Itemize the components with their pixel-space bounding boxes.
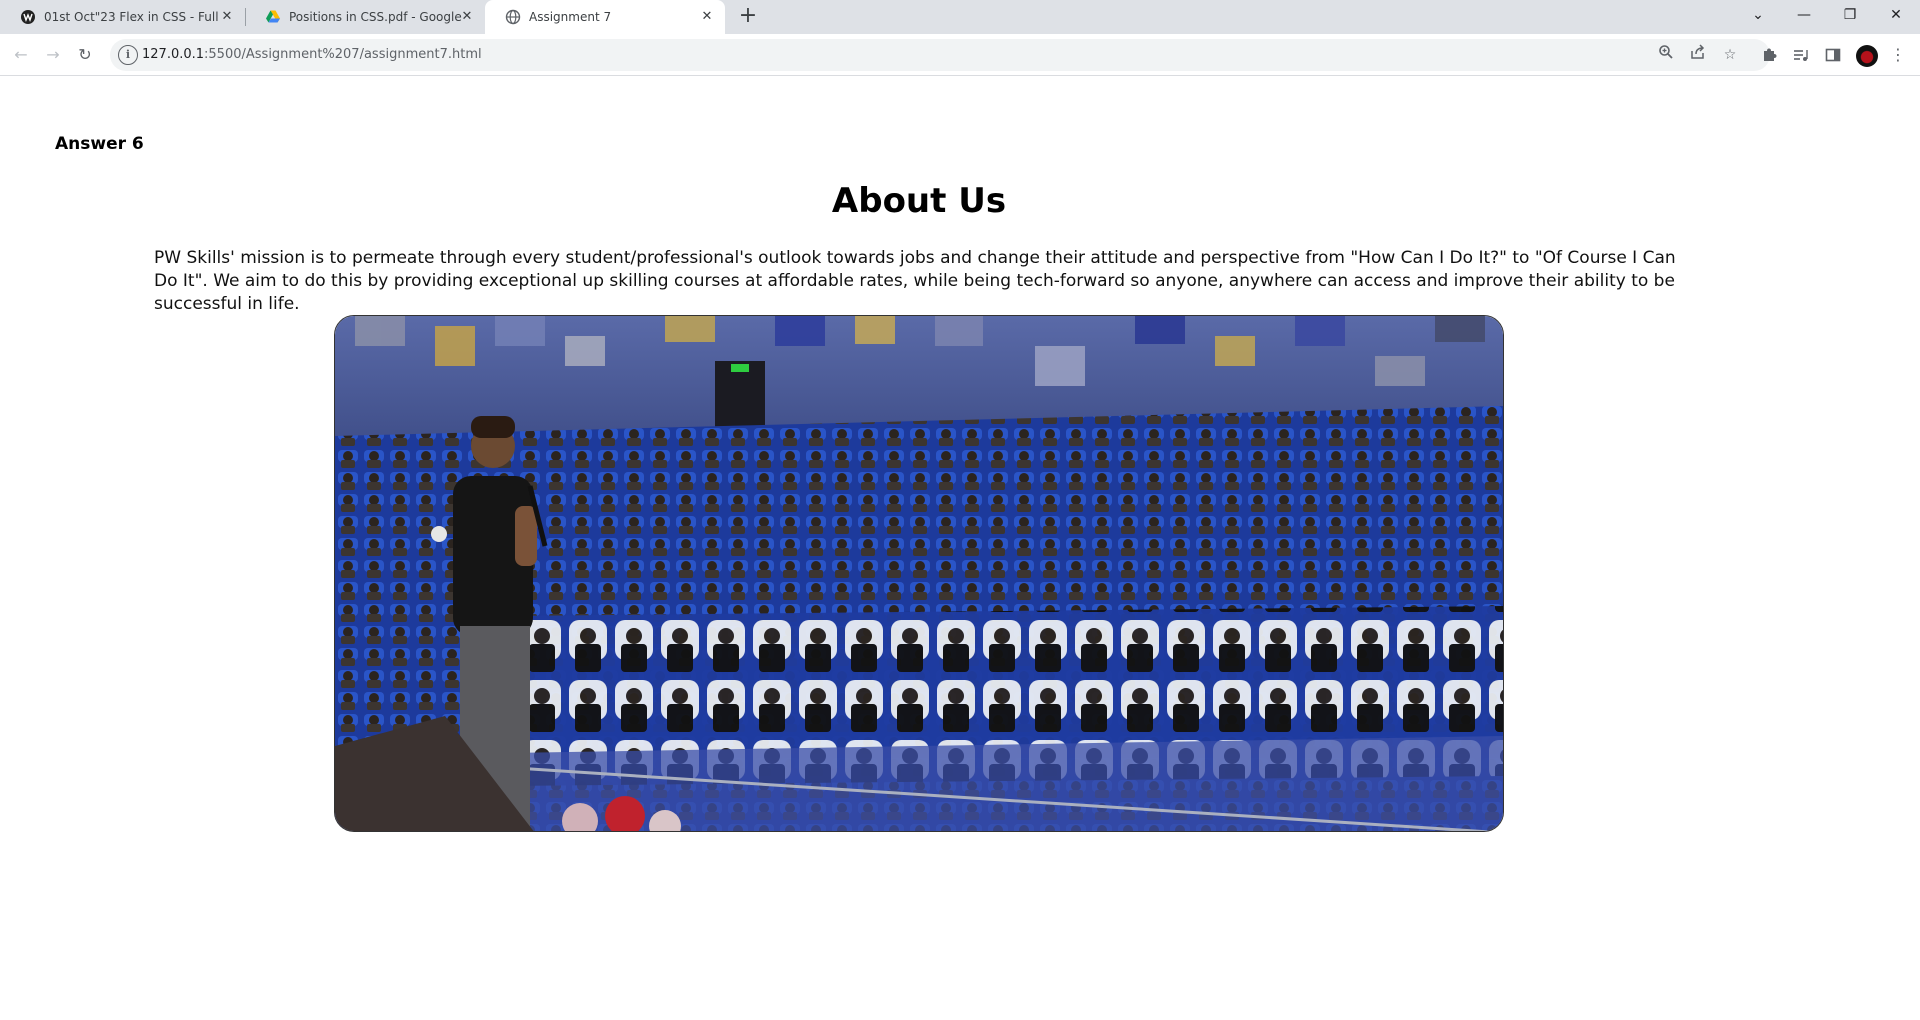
- close-window-icon[interactable]: ✕: [1873, 0, 1919, 30]
- answer-label: Answer 6: [55, 134, 144, 154]
- tab-positions-pdf[interactable]: Positions in CSS.pdf - Google Dr ✕: [245, 0, 485, 34]
- tab-flex-css[interactable]: 01st Oct"23 Flex in CSS - Full Sta ✕: [0, 0, 245, 34]
- tab-title: Assignment 7: [529, 10, 612, 24]
- auditorium-photo: [334, 315, 1504, 832]
- minimize-icon[interactable]: —: [1781, 0, 1827, 30]
- star-icon[interactable]: ☆: [1719, 44, 1741, 66]
- side-panel-icon[interactable]: [1821, 43, 1845, 67]
- auditorium-image: [335, 316, 1503, 831]
- address-bar[interactable]: i 127.0.0.1:5500/Assignment%207/assignme…: [110, 39, 1770, 71]
- url-host: 127.0.0.1: [142, 47, 205, 62]
- site-info-icon[interactable]: i: [118, 45, 138, 65]
- google-drive-icon: [266, 10, 280, 23]
- zoom-icon[interactable]: [1655, 44, 1677, 66]
- media-control-icon[interactable]: [1789, 43, 1813, 67]
- tab-assignment-7[interactable]: Assignment 7 ✕: [485, 0, 725, 34]
- kebab-menu-icon[interactable]: ⋮: [1886, 43, 1910, 67]
- forward-arrow-icon[interactable]: →: [41, 43, 65, 67]
- tab-search-icon[interactable]: ⌄: [1735, 0, 1781, 30]
- browser-toolbar: ← → ↻ i 127.0.0.1:5500/Assignment%207/as…: [0, 34, 1920, 76]
- close-tab-icon[interactable]: ✕: [459, 9, 475, 25]
- share-icon[interactable]: [1687, 44, 1709, 66]
- globe-icon: [505, 9, 521, 25]
- website-icon: [21, 10, 35, 24]
- tab-title: 01st Oct"23 Flex in CSS - Full Sta: [44, 10, 219, 24]
- puzzle-icon[interactable]: [1757, 43, 1781, 67]
- restore-icon[interactable]: ❐: [1827, 0, 1873, 30]
- close-tab-icon[interactable]: ✕: [219, 9, 235, 25]
- page-title: About Us: [831, 181, 1007, 221]
- profile-avatar[interactable]: [1856, 45, 1878, 67]
- close-tab-icon[interactable]: ✕: [699, 9, 715, 25]
- url-text[interactable]: 127.0.0.1:5500/Assignment%207/assignment…: [142, 47, 482, 62]
- url-path: :5500/Assignment%207/assignment7.html: [204, 47, 482, 62]
- about-paragraph: PW Skills' mission is to permeate throug…: [154, 248, 1676, 314]
- reload-icon[interactable]: ↻: [73, 43, 97, 67]
- back-arrow-icon[interactable]: ←: [9, 43, 33, 67]
- page-content: Answer 6 About Us PW Skills' mission is …: [0, 77, 1920, 1020]
- tab-strip: 01st Oct"23 Flex in CSS - Full Sta ✕ Pos…: [0, 0, 1920, 34]
- tab-title: Positions in CSS.pdf - Google Dr: [289, 10, 464, 24]
- new-tab-icon[interactable]: +: [737, 5, 759, 28]
